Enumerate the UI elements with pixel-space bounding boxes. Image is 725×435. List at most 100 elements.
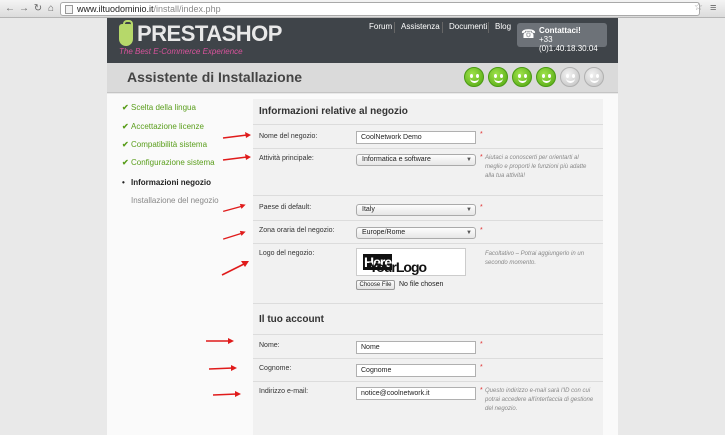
nav-blog[interactable]: Blog — [495, 22, 511, 31]
forward-arrow-icon[interactable]: → — [18, 2, 30, 15]
activity-value: Informatica e software — [362, 156, 431, 163]
browser-toolbar: ← → ↻ ⌂ www.iltuodominio.it/install/inde… — [0, 0, 725, 18]
row-divider — [253, 334, 603, 335]
nav-forum[interactable]: Forum — [369, 22, 392, 31]
site-header: PRESTASHOP The Best E-Commerce Experienc… — [107, 18, 618, 63]
row-divider — [253, 243, 603, 244]
smiley-complete-icon — [512, 67, 532, 87]
row-divider — [253, 381, 603, 382]
last-name-input[interactable]: Cognome — [356, 364, 476, 377]
check-icon: ✔ — [122, 140, 129, 149]
contact-label: Contattaci! — [539, 26, 581, 35]
nav-divider — [394, 22, 395, 33]
nav-documenti[interactable]: Documenti — [449, 22, 487, 31]
select-arrow-icon: ▼ — [466, 157, 472, 163]
red-arrow-icon — [206, 338, 234, 344]
required-marker: * — [480, 364, 483, 371]
reload-icon[interactable]: ↻ — [32, 2, 44, 15]
url-text: www.iltuodominio.it/install/index.php — [77, 4, 221, 14]
activity-hint: Aiutaci a conoscerti per orientarti al m… — [485, 155, 587, 179]
nav-divider — [442, 22, 443, 33]
activity-label: Attività principale: — [259, 155, 314, 162]
logo-tagline: The Best E-Commerce Experience — [119, 47, 243, 56]
required-marker: * — [480, 387, 483, 394]
shop-name-input[interactable]: CoolNetwork Demo — [356, 131, 476, 144]
file-status: No file chosen — [399, 281, 444, 288]
sidebar-step-label: Configurazione sistema — [131, 158, 215, 167]
logo-preview: YourLogo Here — [356, 248, 466, 276]
row-divider — [253, 195, 603, 196]
logo-hint: Facoltativo – Potrai aggiungerlo in un s… — [485, 251, 585, 266]
sidebar-step-4[interactable]: ✔ Configurazione sistema — [122, 158, 215, 167]
page-icon — [65, 5, 73, 14]
bullet-icon: • — [122, 178, 125, 187]
first-name-label: Nome: — [259, 342, 280, 349]
red-arrow-icon — [221, 261, 249, 276]
choose-file-button[interactable]: Choose File — [356, 280, 395, 290]
sidebar-step-1[interactable]: ✔ Scelta della lingua — [122, 103, 196, 112]
smiley-complete-icon — [536, 67, 556, 87]
shopping-bag-icon — [119, 20, 133, 46]
activity-select[interactable]: Informatica e software ▼ — [356, 154, 476, 166]
contact-button[interactable]: ☎ Contattaci! +33 (0)1.40.18.30.04 — [517, 23, 607, 53]
sidebar-step-label: Accettazione licenze — [131, 122, 204, 131]
smiley-pending-icon — [584, 67, 604, 87]
logo-label: Logo del negozio: — [259, 250, 315, 257]
sidebar-step-label: Scelta della lingua — [131, 103, 196, 112]
red-arrow-icon — [222, 230, 246, 240]
smiley-complete-icon — [488, 67, 508, 87]
row-divider — [253, 124, 603, 125]
logo-text[interactable]: PRESTASHOP — [137, 21, 282, 47]
nav-divider — [488, 22, 489, 33]
email-label: Indirizzo e-mail: — [259, 388, 309, 395]
sidebar-step-label: Installazione del negozio — [131, 196, 219, 205]
smiley-complete-icon — [464, 67, 484, 87]
phone-icon: ☎ — [521, 27, 536, 41]
timezone-label: Zona oraria del negozio: — [259, 227, 335, 234]
sidebar-step-6: Installazione del negozio — [122, 196, 219, 205]
back-arrow-icon[interactable]: ← — [4, 2, 16, 15]
page-title: Assistente di Installazione — [127, 69, 303, 85]
nav-assistenza[interactable]: Assistenza — [401, 22, 440, 31]
required-marker: * — [480, 154, 483, 161]
title-bar: Assistente di Installazione — [107, 63, 618, 93]
email-hint: Questo indirizzo e-mail sarà l'ID con cu… — [485, 388, 594, 412]
shop-name-label: Nome del negozio: — [259, 133, 318, 140]
browser-menu-icon[interactable]: ≡ — [710, 2, 716, 14]
sidebar-step-5[interactable]: • Informazioni negozio — [122, 178, 211, 187]
select-arrow-icon: ▼ — [466, 207, 472, 213]
timezone-select[interactable]: Europe/Rome ▼ — [356, 227, 476, 239]
last-name-label: Cognome: — [259, 365, 292, 372]
red-arrow-icon — [222, 203, 246, 212]
red-arrow-icon — [208, 365, 237, 371]
email-input[interactable]: notice@coolnetwork.it — [356, 387, 476, 400]
required-marker: * — [480, 227, 483, 234]
country-label: Paese di default: — [259, 204, 312, 211]
account-section-title: Il tuo account — [259, 314, 324, 325]
address-bar[interactable]: www.iltuodominio.it/install/index.php — [60, 2, 700, 16]
sidebar-step-3[interactable]: ✔ Compatibilità sistema — [122, 140, 207, 149]
row-divider — [253, 220, 603, 221]
bookmark-star-icon[interactable]: ☆ — [694, 2, 703, 14]
required-marker: * — [480, 341, 483, 348]
first-name-input[interactable]: Nome — [356, 341, 476, 354]
red-arrow-icon — [222, 154, 251, 161]
red-arrow-icon — [222, 132, 251, 139]
sidebar-step-2[interactable]: ✔ Accettazione licenze — [122, 122, 204, 131]
country-select[interactable]: Italy ▼ — [356, 204, 476, 216]
check-icon: ✔ — [122, 158, 129, 167]
required-marker: * — [480, 131, 483, 138]
home-icon[interactable]: ⌂ — [45, 2, 57, 15]
row-divider — [253, 358, 603, 359]
smiley-pending-icon — [560, 67, 580, 87]
country-value: Italy — [362, 206, 375, 213]
check-icon: ✔ — [122, 122, 129, 131]
check-icon: ✔ — [122, 103, 129, 112]
row-divider — [253, 148, 603, 149]
red-arrow-icon — [212, 391, 241, 397]
contact-phone: +33 (0)1.40.18.30.04 — [539, 35, 598, 53]
sidebar-step-label: Compatibilità sistema — [131, 140, 208, 149]
shop-section-title: Informazioni relative al negozio — [259, 106, 408, 117]
select-arrow-icon: ▼ — [466, 230, 472, 236]
section-divider — [253, 303, 603, 304]
